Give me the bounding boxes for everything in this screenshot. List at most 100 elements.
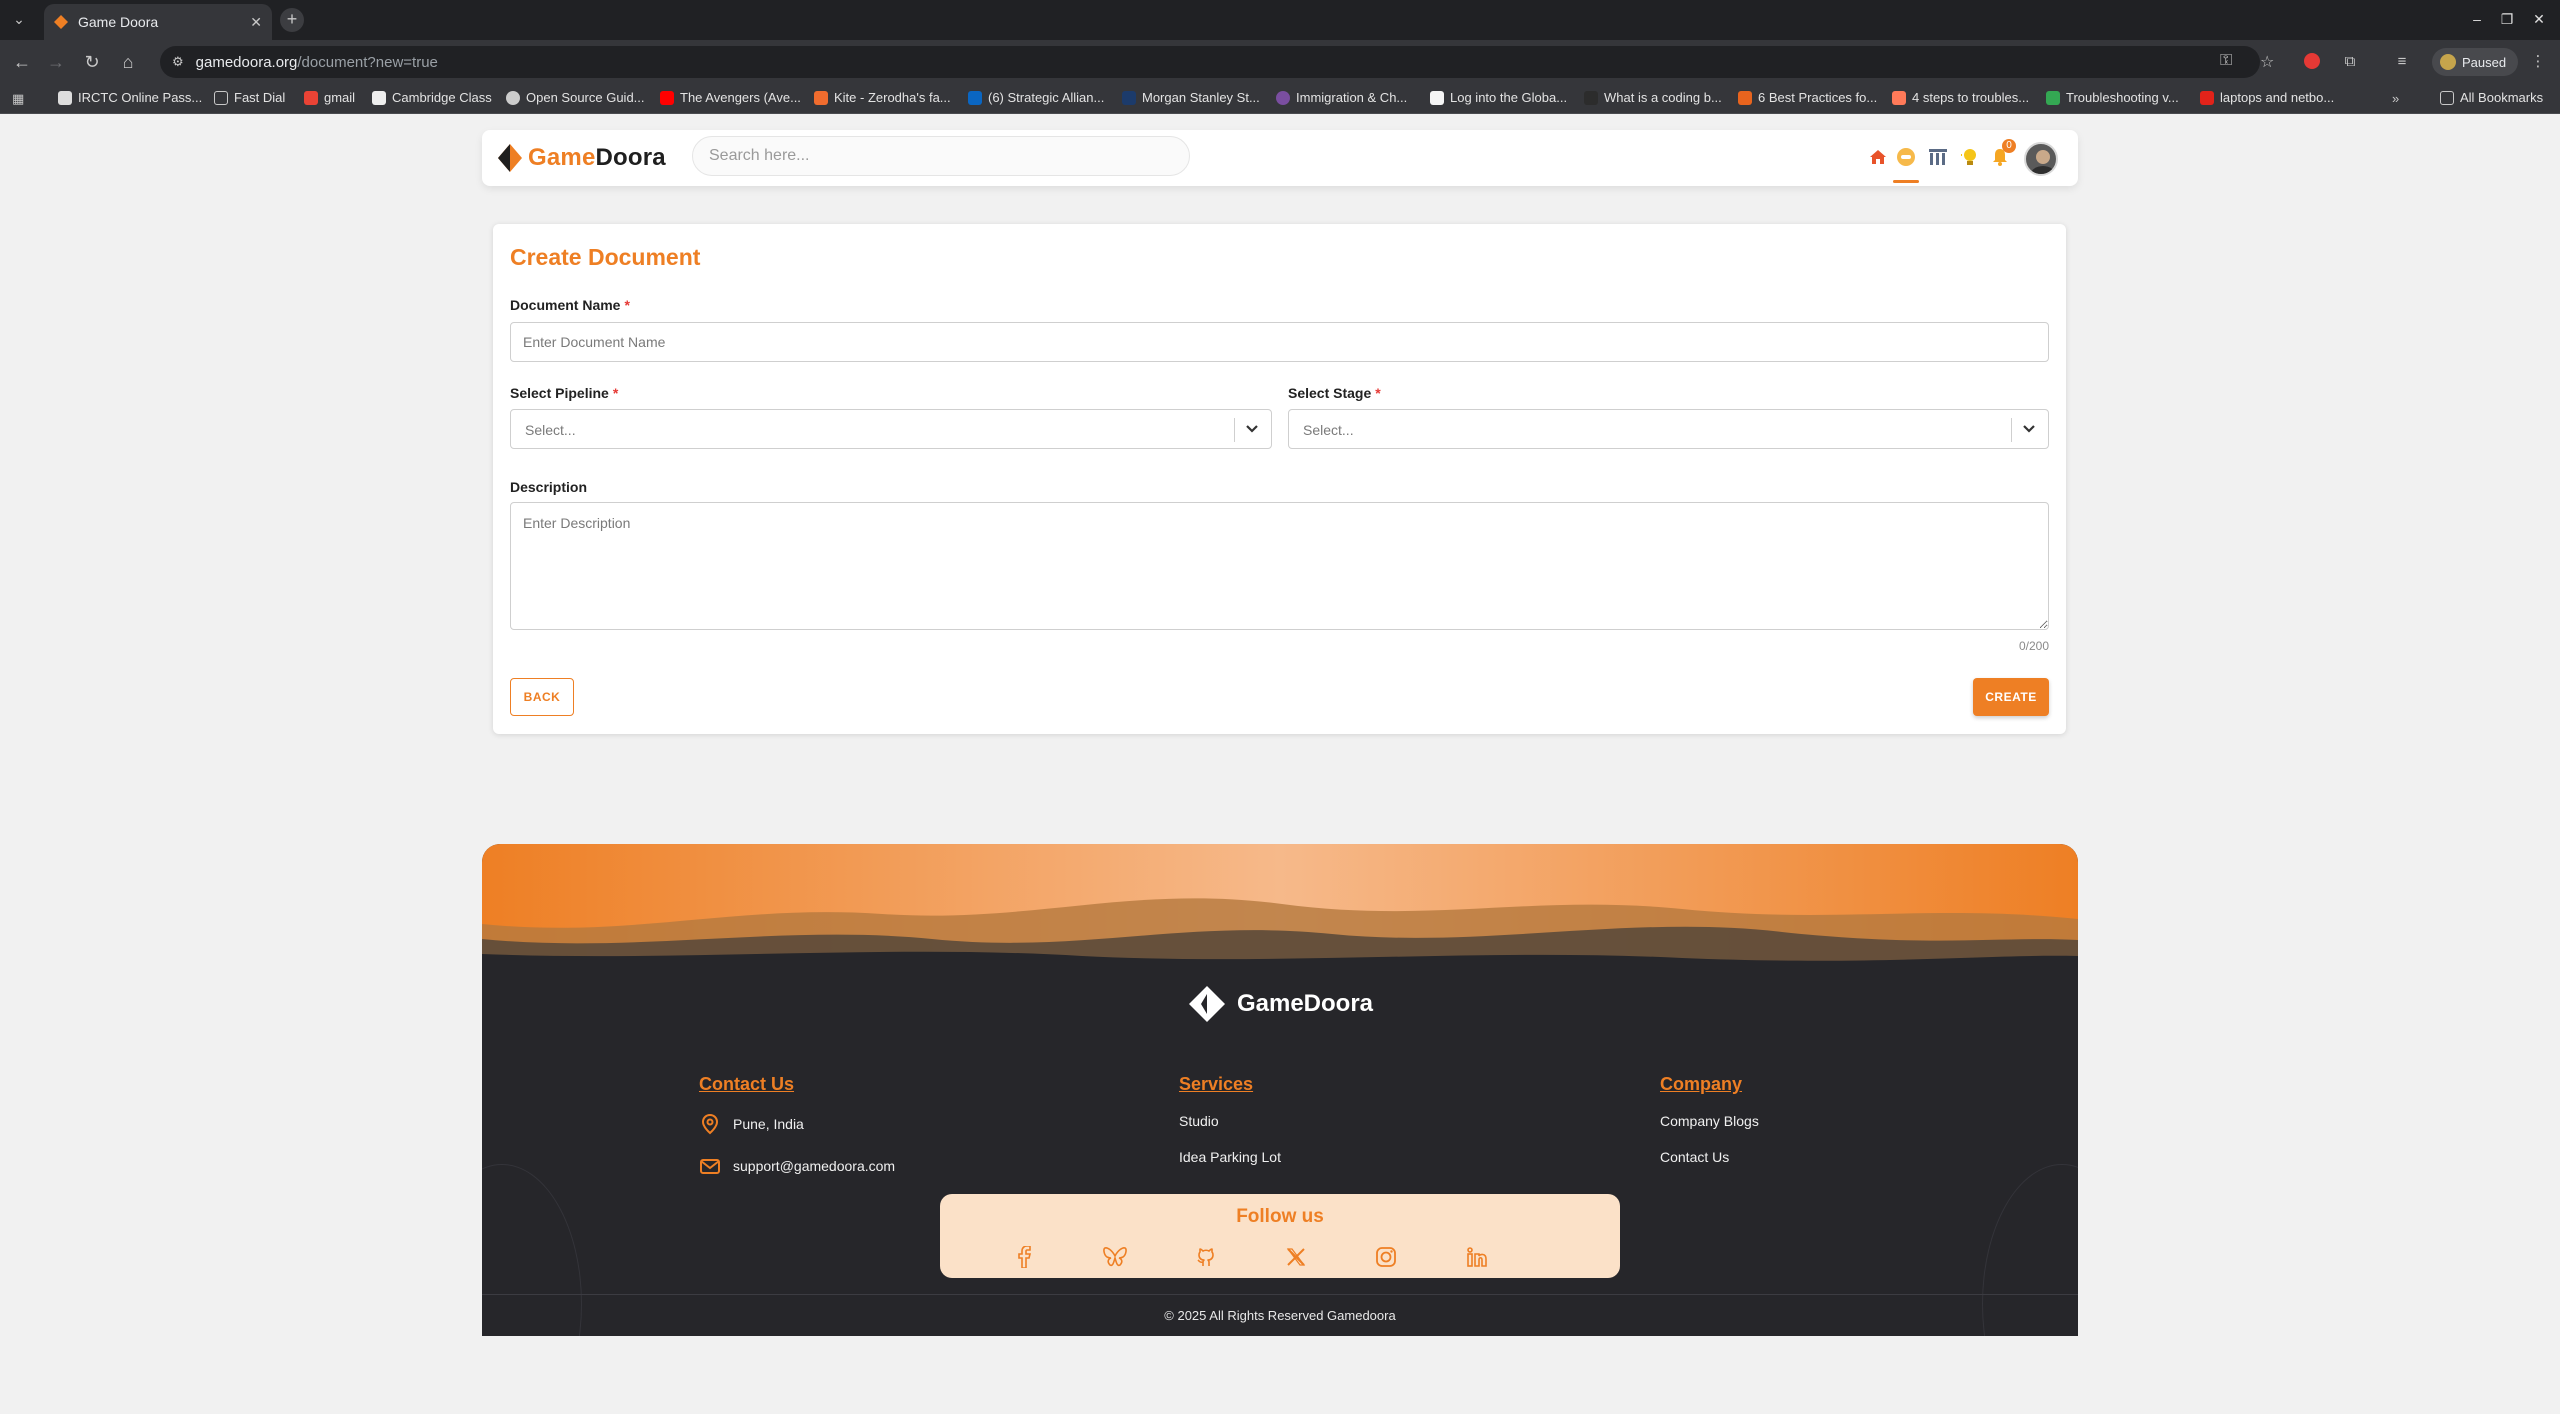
page-title: Create Document: [510, 244, 701, 270]
pipeline-select-placeholder: Select...: [525, 422, 576, 438]
copyright-text: © 2025 All Rights Reserved Gamedoora: [1164, 1308, 1396, 1323]
services-column: Services Studio Idea Parking Lot: [1179, 1074, 1281, 1185]
bookmark-item[interactable]: laptops and netbo...: [2200, 90, 2334, 105]
tab-close-icon[interactable]: ✕: [250, 14, 262, 31]
all-bookmarks-folder[interactable]: All Bookmarks: [2440, 90, 2543, 105]
description-textarea[interactable]: [510, 502, 2049, 630]
home-icon[interactable]: [1866, 145, 1890, 169]
back-button[interactable]: BACK: [510, 678, 574, 716]
browser-menu-icon[interactable]: ⋮: [2528, 52, 2548, 72]
contact-column: Contact Us Pune, India support@gamedoora…: [699, 1074, 895, 1197]
bookmark-item[interactable]: gmail: [304, 90, 355, 105]
gamedoora-logo-icon: [498, 144, 522, 172]
stage-select[interactable]: Select...: [1288, 409, 2049, 449]
contact-heading[interactable]: Contact Us: [699, 1074, 895, 1095]
bookmark-item[interactable]: The Avengers (Ave...: [660, 90, 801, 105]
pipeline-label: Select Pipeline *: [510, 385, 619, 401]
bookmark-item[interactable]: IRCTC Online Pass...: [58, 90, 202, 105]
services-heading[interactable]: Services: [1179, 1074, 1281, 1095]
browser-tabstrip: ⌄ Game Doora ✕ + – ❐ ✕: [0, 0, 2560, 40]
bookmark-item[interactable]: 6 Best Practices fo...: [1738, 90, 1877, 105]
back-arrow-icon[interactable]: ←: [10, 50, 34, 74]
password-key-icon[interactable]: ⚿: [2220, 52, 2232, 70]
footer-logo[interactable]: GameDoora: [482, 984, 2078, 1024]
bookmark-item[interactable]: Kite - Zerodha's fa...: [814, 90, 951, 105]
browser-tab[interactable]: Game Doora ✕: [44, 4, 272, 40]
contact-location: Pune, India: [699, 1113, 895, 1135]
bookmark-item[interactable]: Fast Dial: [214, 90, 285, 105]
footer-wave-decoration: [482, 844, 2078, 964]
site-footer: GameDoora Contact Us Pune, India support…: [482, 844, 2078, 1336]
footer-divider: [482, 1294, 2078, 1295]
bookmark-item[interactable]: Troubleshooting v...: [2046, 90, 2179, 105]
footer-link-idea-parking-lot[interactable]: Idea Parking Lot: [1179, 1149, 1281, 1165]
user-avatar[interactable]: [2024, 142, 2058, 176]
char-counter: 0/200: [2018, 639, 2049, 653]
home-button-icon[interactable]: ⌂: [116, 50, 140, 74]
address-bar[interactable]: ⚙ gamedoora.org/document?new=true ⚿ ☆: [160, 46, 2274, 78]
reload-icon[interactable]: ↻: [80, 50, 104, 74]
minimize-icon[interactable]: –: [2466, 8, 2488, 30]
bookmark-star-icon[interactable]: ☆: [2260, 52, 2274, 72]
description-label: Description: [510, 479, 588, 495]
active-nav-indicator: [1893, 180, 1919, 183]
close-window-icon[interactable]: ✕: [2528, 8, 2550, 30]
follow-us-title: Follow us: [1236, 1206, 1324, 1227]
new-tab-button[interactable]: +: [280, 8, 304, 32]
forward-arrow-icon[interactable]: →: [44, 50, 68, 74]
apps-grid-icon[interactable]: ▦: [12, 91, 24, 107]
tab-search-icon[interactable]: ⌄: [8, 8, 30, 30]
bookmark-item[interactable]: What is a coding b...: [1584, 90, 1722, 105]
library-icon[interactable]: [1926, 145, 1950, 169]
idea-bulb-icon[interactable]: [1958, 145, 1982, 169]
pipeline-select[interactable]: Select...: [510, 409, 1272, 449]
more-bookmarks-icon[interactable]: »: [2392, 91, 2399, 106]
footer-link-contact-us[interactable]: Contact Us: [1660, 1149, 1759, 1165]
chevron-down-icon[interactable]: [2020, 420, 2038, 438]
required-marker: *: [624, 297, 630, 313]
site-info-icon[interactable]: ⚙: [172, 54, 184, 70]
gamedoora-footer-logo-icon: [1188, 986, 1225, 1022]
url-host: gamedoora.org: [195, 53, 298, 71]
logo-suffix: Doora: [595, 144, 666, 171]
record-extension-icon[interactable]: [2304, 53, 2320, 69]
games-icon[interactable]: [1894, 145, 1918, 169]
tab-media-icon[interactable]: ≡: [2392, 52, 2412, 72]
document-name-input[interactable]: [510, 322, 2049, 362]
facebook-icon[interactable]: [1012, 1244, 1038, 1270]
location-pin-icon: [701, 1113, 719, 1135]
bookmark-item[interactable]: Morgan Stanley St...: [1122, 90, 1260, 105]
extensions-icon[interactable]: ⧉: [2340, 52, 2360, 72]
company-heading[interactable]: Company: [1660, 1074, 1759, 1095]
bookmark-item[interactable]: (6) Strategic Allian...: [968, 90, 1104, 105]
chevron-down-icon[interactable]: [1243, 420, 1261, 438]
bookmark-item[interactable]: Immigration & Ch...: [1276, 90, 1407, 105]
mail-icon: [700, 1159, 720, 1174]
stage-label: Select Stage *: [1288, 385, 1381, 401]
contact-email[interactable]: support@gamedoora.com: [699, 1155, 895, 1177]
github-icon[interactable]: [1193, 1244, 1219, 1270]
bluesky-icon[interactable]: [1102, 1244, 1128, 1270]
restore-icon[interactable]: ❐: [2496, 8, 2518, 30]
linkedin-icon[interactable]: [1464, 1244, 1490, 1270]
tab-title: Game Doora: [78, 14, 159, 30]
footer-link-studio[interactable]: Studio: [1179, 1113, 1281, 1129]
search-input[interactable]: [692, 136, 1190, 176]
bookmark-item[interactable]: Cambridge Class: [372, 90, 492, 105]
select-separator: [1234, 418, 1235, 442]
site-logo[interactable]: GameDoora: [498, 144, 666, 172]
instagram-icon[interactable]: [1373, 1244, 1399, 1270]
logo-prefix: Game: [528, 144, 596, 171]
profile-paused-chip[interactable]: Paused: [2432, 48, 2519, 76]
bookmarks-bar: ▦ IRCTC Online Pass... Fast Dial gmail C…: [0, 84, 2560, 114]
x-icon[interactable]: [1283, 1244, 1309, 1270]
select-separator: [2011, 418, 2012, 442]
create-button[interactable]: CREATE: [1973, 678, 2049, 716]
footer-link-company-blogs[interactable]: Company Blogs: [1660, 1113, 1759, 1129]
follow-us-panel: Follow us: [940, 1194, 1620, 1278]
site-header: GameDoora 0: [482, 130, 2078, 186]
bookmark-item[interactable]: 4 steps to troubles...: [1892, 90, 2029, 105]
bookmark-item[interactable]: Log into the Globa...: [1430, 90, 1567, 105]
browser-toolbar: ← → ↻ ⌂ ⚙ gamedoora.org/document?new=tru…: [0, 40, 2560, 84]
bookmark-item[interactable]: Open Source Guid...: [506, 90, 645, 105]
